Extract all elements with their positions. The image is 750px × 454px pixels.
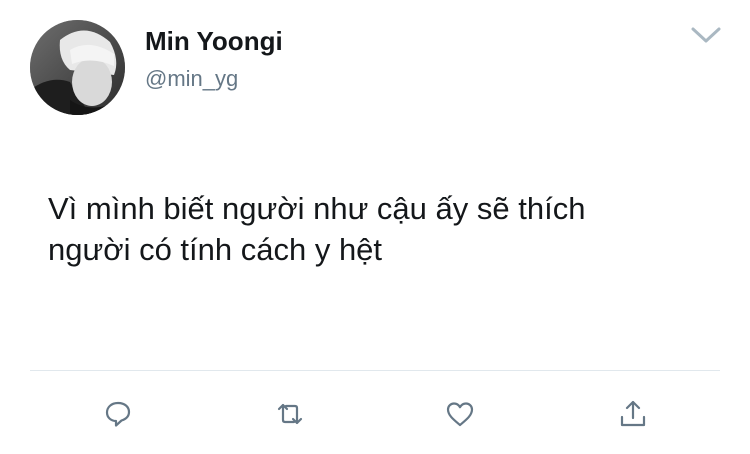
reply-button[interactable]	[100, 396, 136, 432]
divider	[30, 370, 720, 371]
user-handle[interactable]: @min_yg	[145, 66, 238, 92]
retweet-icon	[277, 403, 303, 425]
display-name[interactable]: Min Yoongi	[145, 26, 283, 57]
share-button[interactable]	[615, 396, 651, 432]
avatar[interactable]	[30, 20, 125, 115]
share-icon	[620, 400, 646, 427]
retweet-button[interactable]	[272, 396, 308, 432]
reply-icon	[105, 401, 131, 427]
like-button[interactable]	[442, 396, 478, 432]
avatar-photo	[30, 20, 125, 115]
chevron-down-icon[interactable]	[690, 26, 722, 44]
tweet-text: Vì mình biết người như cậu ấy sẽ thích n…	[48, 191, 586, 267]
heart-icon	[446, 402, 474, 427]
